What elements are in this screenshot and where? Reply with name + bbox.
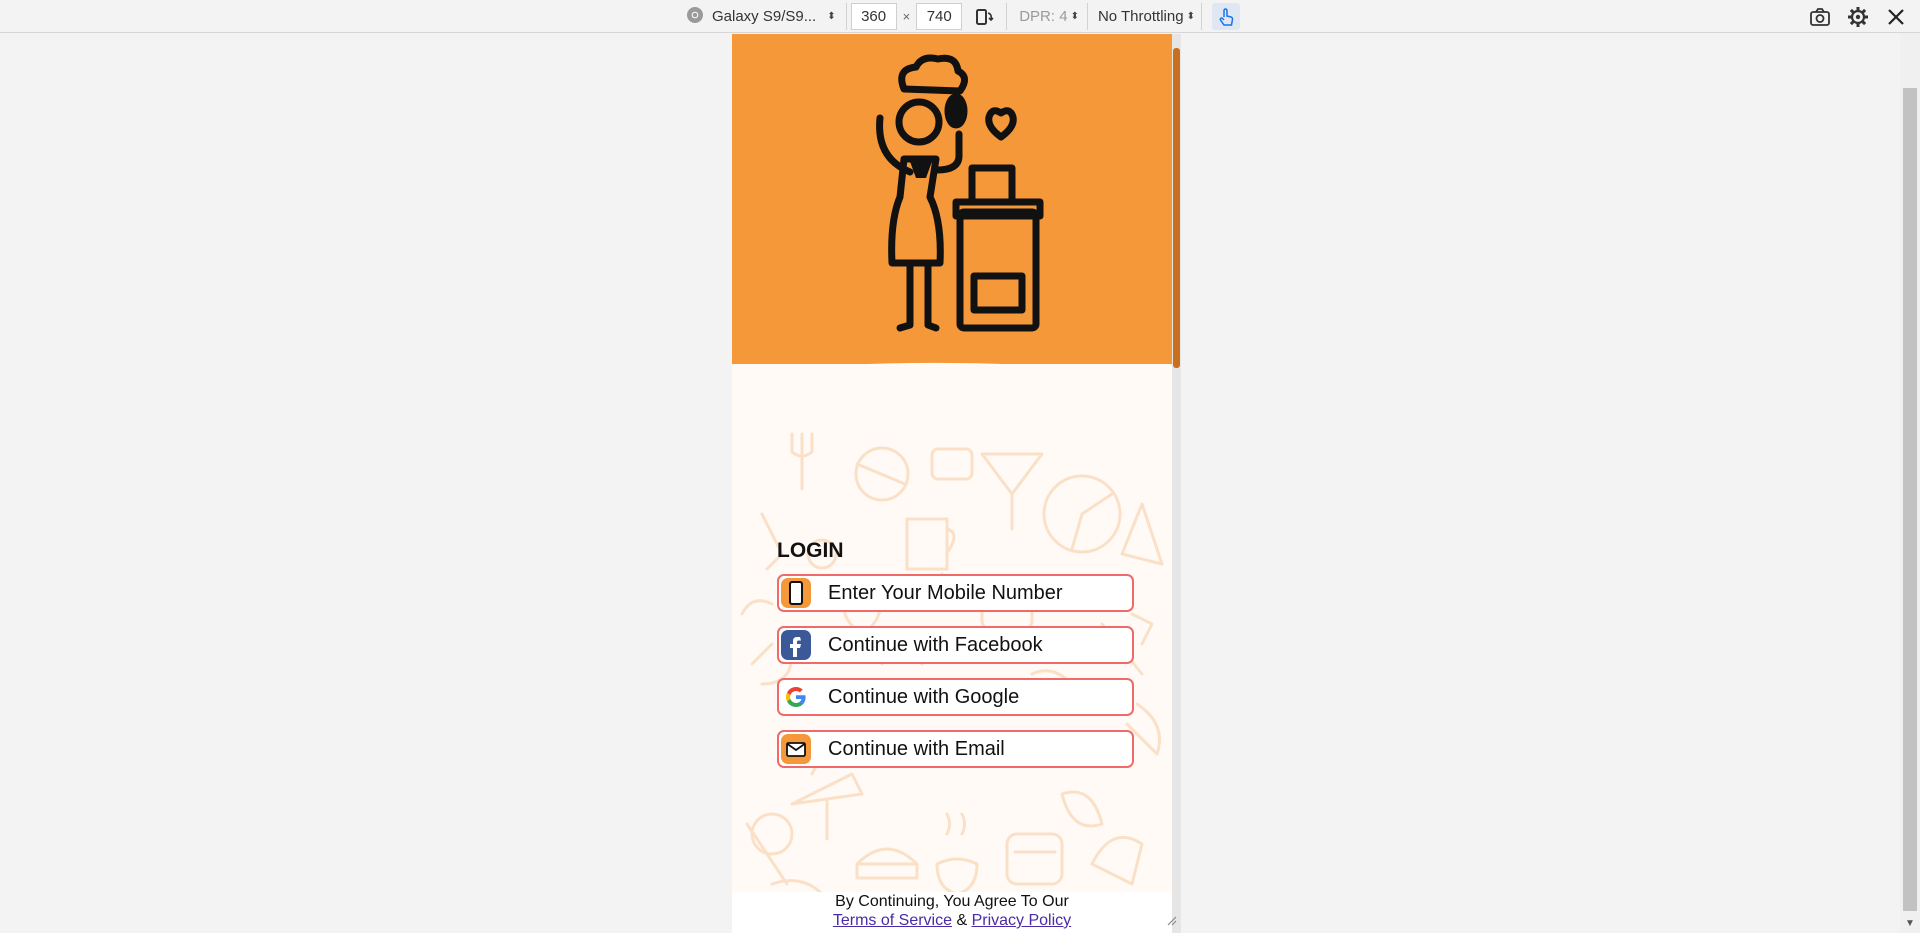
throttling-select[interactable]: No Throttling	[1098, 8, 1184, 25]
close-icon[interactable]	[1884, 5, 1908, 29]
width-input[interactable]: 360	[850, 3, 897, 30]
resize-grip-icon[interactable]	[1165, 913, 1177, 931]
chef-cooking-illustration	[732, 54, 1181, 376]
login-title: LOGIN	[777, 539, 844, 562]
touch-toggle-icon[interactable]	[1211, 3, 1240, 30]
agree-text: By Continuing, You Agree To Our	[835, 893, 1069, 910]
mobile-login-button[interactable]: Enter Your Mobile Number	[777, 574, 1134, 612]
privacy-policy-link[interactable]: Privacy Policy	[972, 912, 1072, 929]
email-icon	[780, 733, 812, 765]
mobile-login-label: Enter Your Mobile Number	[828, 581, 1063, 604]
height-input[interactable]: 740	[916, 3, 963, 30]
devtools-actions	[1808, 3, 1920, 30]
select-arrows-icon: ⬍	[1070, 11, 1079, 22]
phone-icon	[780, 577, 812, 609]
facebook-login-label: Continue with Facebook	[828, 633, 1043, 656]
google-login-button[interactable]: Continue with Google	[777, 678, 1134, 716]
select-arrows-icon: ⬍	[1186, 11, 1195, 22]
google-icon	[780, 681, 812, 713]
facebook-login-button[interactable]: Continue with Facebook	[777, 626, 1134, 664]
device-controls: Galaxy S9/S9... ⬍ 360 × 740 DPR: 4 ⬍ No …	[686, 3, 1240, 30]
viewport-scrollbar[interactable]	[1172, 34, 1181, 933]
ampersand: &	[952, 912, 972, 929]
page-scrollbar-thumb[interactable]	[1903, 88, 1917, 911]
page-scrollbar[interactable]: ▼	[1900, 33, 1920, 933]
dimension-separator: ×	[902, 9, 911, 24]
screenshot-icon[interactable]	[1808, 5, 1832, 29]
device-name: Galaxy S9/S9...	[712, 8, 817, 25]
settings-gear-icon[interactable]	[1846, 5, 1870, 29]
dpr-select[interactable]: DPR: 4	[1019, 8, 1067, 25]
terms-of-service-link[interactable]: Terms of Service	[833, 912, 952, 929]
device-select[interactable]: Galaxy S9/S9... ⬍	[686, 6, 842, 28]
hero-banner	[732, 34, 1181, 376]
rotate-icon[interactable]	[972, 5, 996, 29]
terms-footer: By Continuing, You Agree To Our Terms of…	[732, 892, 1172, 933]
chrome-icon	[686, 6, 704, 28]
facebook-icon	[780, 629, 812, 661]
select-arrows-icon: ⬍	[827, 11, 836, 22]
google-login-label: Continue with Google	[828, 685, 1020, 708]
devtools-toolbar: Galaxy S9/S9... ⬍ 360 × 740 DPR: 4 ⬍ No …	[0, 0, 1920, 33]
email-login-label: Continue with Email	[828, 737, 1005, 760]
device-viewport: LOGIN Enter Your Mobile Number Continue …	[732, 34, 1181, 933]
scroll-down-arrow-icon[interactable]: ▼	[1905, 918, 1915, 929]
email-login-button[interactable]: Continue with Email	[777, 730, 1134, 768]
